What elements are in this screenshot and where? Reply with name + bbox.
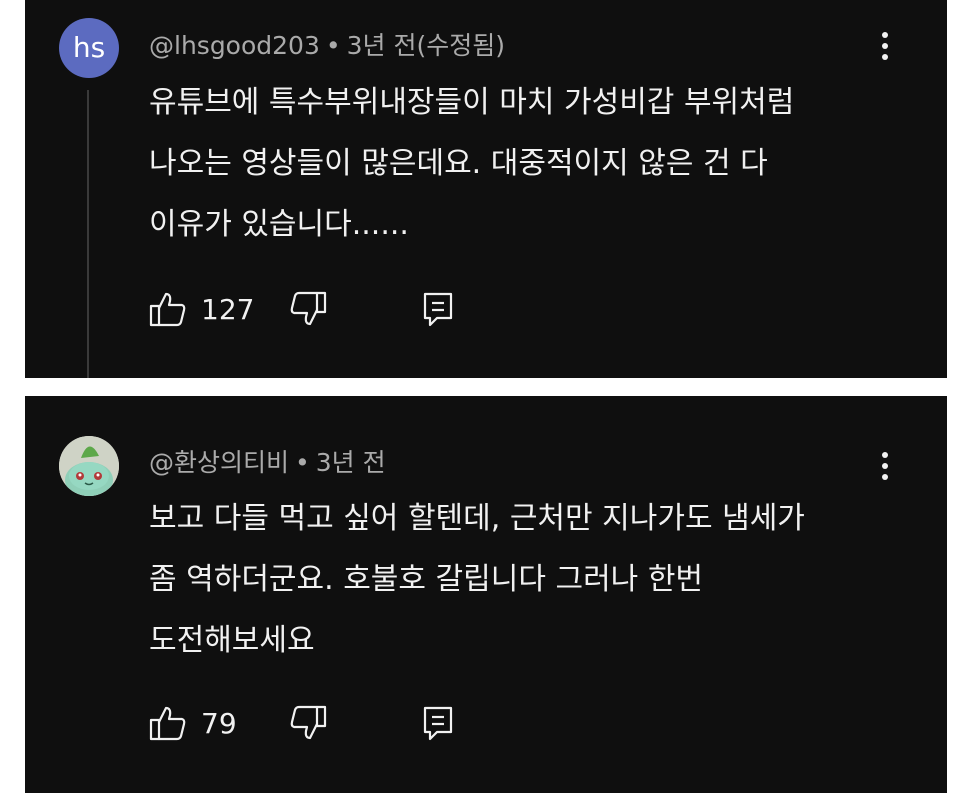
thumbs-down-icon[interactable] [289,290,327,328]
meta-separator: • [325,31,341,60]
like-count: 79 [201,707,237,740]
avatar-initials: hs [72,31,106,64]
comment-actions: 127 [149,290,469,330]
comment-text: 유튜브에 특수부위내장들이 마치 가성비갑 부위처럼 나오는 영상들이 많은데요… [149,72,909,255]
comment-text: 보고 다들 먹고 싶어 할텐데, 근처만 지나가도 냄세가 좀 역하더군요. 호… [149,488,909,671]
comment-line: 도전해보세요 [149,623,315,658]
thumbs-up-icon[interactable] [149,290,187,328]
more-vert-icon[interactable] [873,32,897,68]
author-handle[interactable]: @lhsgood203 [149,31,320,60]
reply-icon[interactable] [421,704,455,742]
meta-separator: • [295,448,310,477]
comment-line: 좀 역하더군요. 호불호 갈립니다 그러나 한번 [149,562,704,597]
comment-card: hs @lhsgood203 • 3년 전(수정됨) 유튜브에 특수부위내장들이 마… [25,0,947,378]
author-handle[interactable]: @환상의티비 [149,448,289,477]
comment-time[interactable]: 3년 전 [316,448,386,477]
avatar[interactable] [59,436,119,496]
comment-line: 유튜브에 특수부위내장들이 마치 가성비갑 부위처럼 [149,85,795,120]
comment-time[interactable]: 3년 전(수정됨) [347,31,505,60]
comment-meta: @환상의티비 • 3년 전 [149,443,386,479]
thread-line [87,90,89,378]
more-vert-icon[interactable] [873,452,897,488]
comment-card: @환상의티비 • 3년 전 보고 다들 먹고 싶어 할텐데, 근처만 지나가도 냄세… [25,396,947,793]
comment-meta: @lhsgood203 • 3년 전(수정됨) [149,26,505,62]
thumbs-up-icon[interactable] [149,704,187,742]
bulbasaur-avatar-icon [59,436,119,496]
avatar[interactable]: hs [59,18,119,78]
comment-actions: 79 [149,704,469,744]
comment-line: 나오는 영상들이 많은데요. 대중적이지 않은 건 다 [149,146,768,181]
reply-icon[interactable] [421,290,455,328]
like-count: 127 [201,293,255,326]
comment-line: 보고 다들 먹고 싶어 할텐데, 근처만 지나가도 냄세가 [149,501,805,536]
comment-line: 이유가 있습니다...... [149,207,409,242]
thumbs-down-icon[interactable] [289,704,327,742]
